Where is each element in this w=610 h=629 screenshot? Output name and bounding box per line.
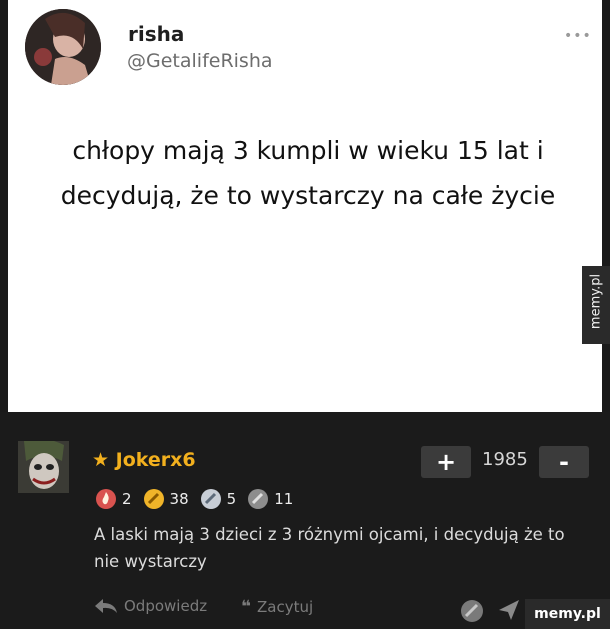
site-logo[interactable]: memy.pl: [525, 599, 610, 629]
badge-row: 2 38 5 11: [95, 487, 298, 511]
quote-label: Zacytuj: [256, 598, 314, 616]
badge-count: 38: [169, 490, 189, 508]
joker-avatar-image: [18, 441, 69, 493]
comment-text: A laski mają 3 dzieci z 3 różnymi ojcami…: [94, 525, 565, 571]
avatar-image: [25, 9, 101, 85]
comment-score: 1985: [482, 449, 528, 470]
quote-link[interactable]: ❝ Zacytuj: [241, 597, 313, 617]
reply-arrow-icon: [95, 599, 117, 613]
more-options-icon[interactable]: •••: [564, 28, 592, 44]
avatar[interactable]: [25, 9, 101, 85]
badge-gold[interactable]: 38: [143, 488, 189, 510]
tweet-text: chłopy mają 3 kumpli w wieku 15 lat i de…: [60, 136, 556, 210]
award-icon[interactable]: [459, 598, 485, 624]
tweet-card: risha @GetalifeRisha ••• chłopy mają 3 k…: [8, 0, 602, 412]
reply-label: Odpowiedz: [124, 597, 208, 615]
quote-icon: ❝: [241, 597, 251, 617]
comment-author-name: Jokerx6: [115, 449, 196, 471]
badge-grey[interactable]: 11: [247, 488, 293, 510]
watermark-tab: memy.pl: [582, 266, 610, 344]
silver-badge-icon: [200, 489, 221, 509]
badge-fire[interactable]: 2: [95, 488, 132, 510]
badge-count: 2: [122, 490, 132, 508]
grey-badge-icon: [248, 489, 269, 509]
star-icon: ★: [92, 449, 110, 471]
reply-link[interactable]: Odpowiedz: [94, 597, 207, 615]
tweet-username[interactable]: risha: [128, 22, 184, 46]
badge-silver[interactable]: 5: [200, 488, 237, 510]
upvote-button[interactable]: +: [421, 446, 471, 478]
gold-badge-icon: [143, 489, 164, 509]
badge-count: 11: [274, 490, 294, 508]
share-icon[interactable]: [497, 598, 521, 622]
badge-count: 5: [226, 490, 237, 508]
tweet-handle[interactable]: @GetalifeRisha: [127, 50, 273, 72]
comment-avatar[interactable]: [18, 441, 69, 493]
watermark-text: memy.pl: [588, 273, 604, 330]
comment-author[interactable]: ★ Jokerx6: [92, 449, 196, 471]
fire-badge-icon: [96, 489, 116, 509]
downvote-button[interactable]: -: [539, 446, 589, 478]
